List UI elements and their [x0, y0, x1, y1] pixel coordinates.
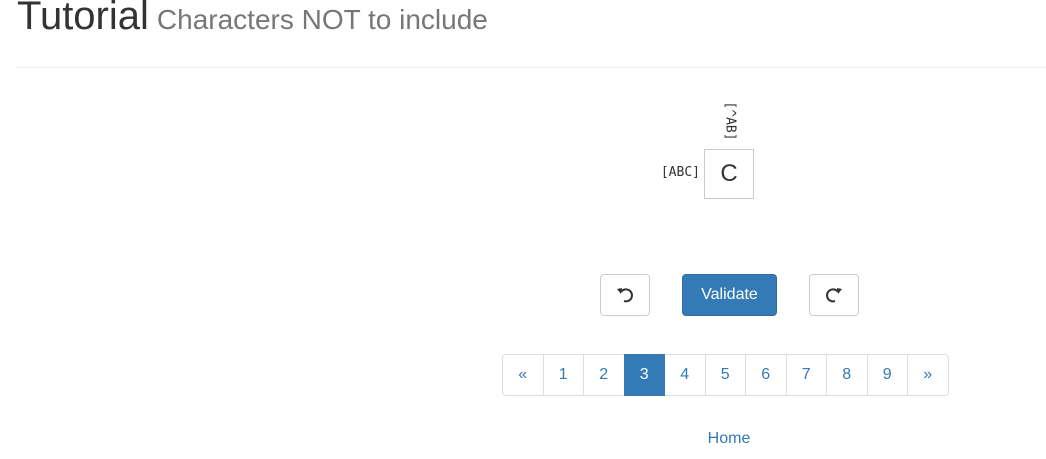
pagination-page-3-active[interactable]: 3: [623, 354, 665, 396]
page-subtitle: Characters NOT to include: [156, 4, 488, 35]
page: Tutorial Characters NOT to include [^AB] …: [0, 0, 1046, 459]
pagination-page-5[interactable]: 5: [704, 354, 746, 396]
undo-button[interactable]: [600, 274, 650, 316]
pagination-page-4[interactable]: 4: [664, 354, 706, 396]
column-clue-text: [^AB]: [722, 101, 738, 141]
redo-button[interactable]: [809, 274, 859, 316]
redo-icon: [826, 288, 842, 303]
pagination-next[interactable]: »: [907, 354, 949, 396]
pagination-page-8[interactable]: 8: [826, 354, 868, 396]
header-divider: [17, 67, 1046, 68]
puzzle-cell[interactable]: C: [704, 149, 754, 199]
undo-icon: [617, 288, 633, 303]
row-clue: [ABC]: [660, 165, 700, 180]
pagination-page-2[interactable]: 2: [583, 354, 625, 396]
pagination-prev[interactable]: «: [502, 354, 544, 396]
pagination-page-1[interactable]: 1: [542, 354, 584, 396]
pagination-page-6[interactable]: 6: [745, 354, 787, 396]
column-clue: [^AB]: [716, 98, 744, 144]
home-link[interactable]: Home: [700, 430, 758, 448]
validate-button[interactable]: Validate: [682, 274, 777, 316]
pagination-page-9[interactable]: 9: [866, 354, 908, 396]
page-header: Tutorial Characters NOT to include: [17, 0, 488, 39]
pagination-page-7[interactable]: 7: [785, 354, 827, 396]
page-title: Tutorial: [17, 0, 149, 38]
pagination: « 1 2 3 4 5 6 7 8 9 »: [502, 354, 949, 396]
